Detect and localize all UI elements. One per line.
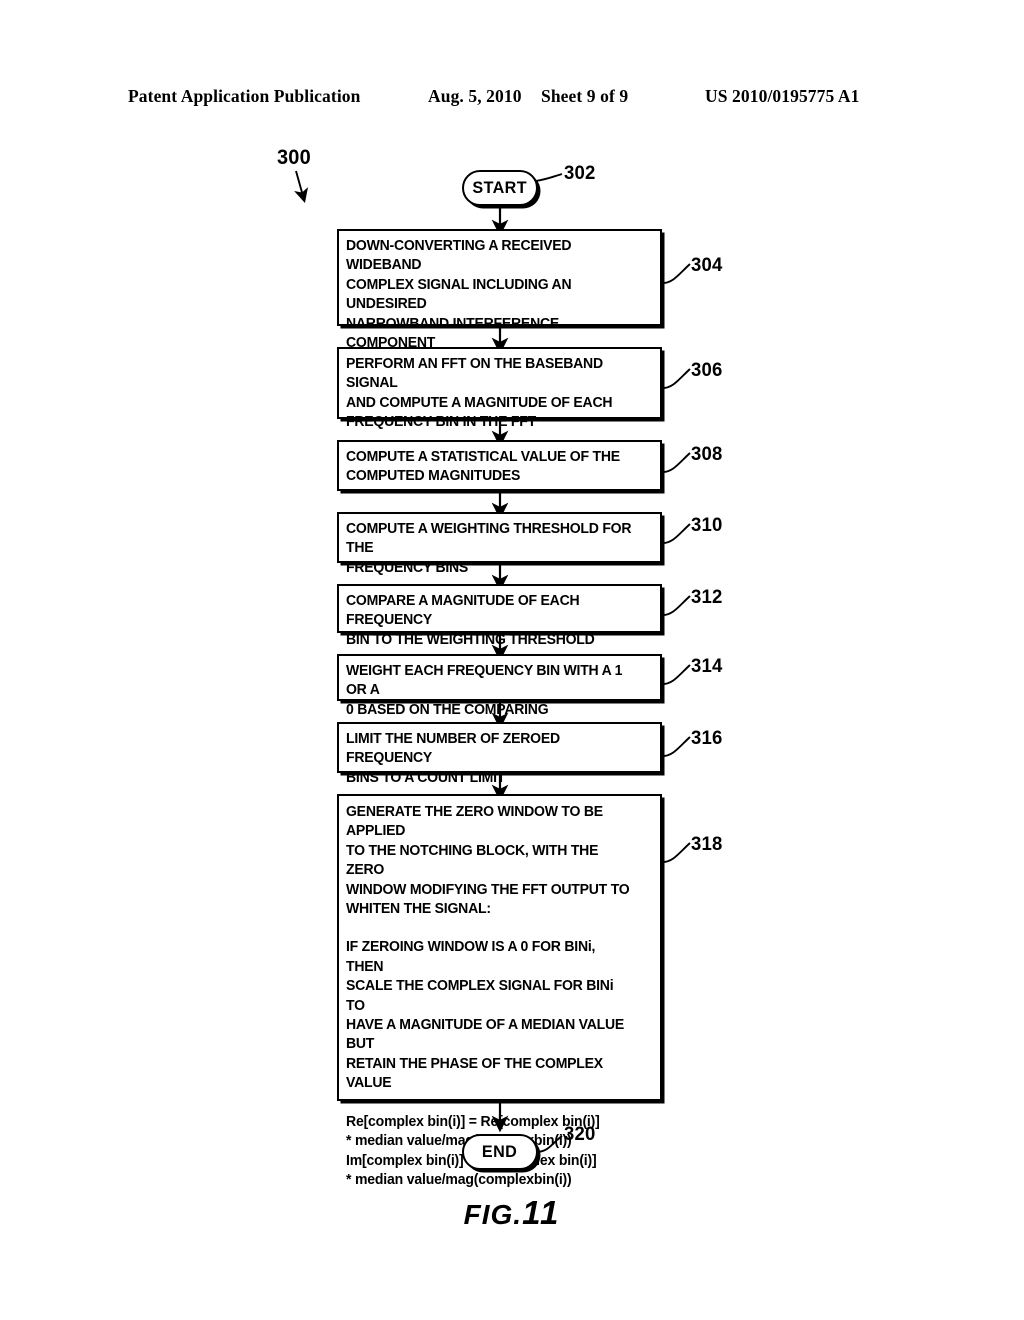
- flow-node-318[interactable]: GENERATE THE ZERO WINDOW TO BE APPLIED T…: [337, 794, 662, 1188]
- reference-number-314: 314: [691, 655, 723, 677]
- figure-caption-prefix: FIG.: [463, 1199, 523, 1230]
- reference-number-320: 320: [564, 1123, 596, 1145]
- flow-node-310[interactable]: COMPUTE A WEIGHTING THRESHOLD FOR THE FR…: [337, 512, 662, 576]
- reference-number-310: 310: [691, 514, 723, 536]
- reference-number-318: 318: [691, 833, 723, 855]
- flow-node-312[interactable]: COMPARE A MAGNITUDE OF EACH FREQUENCY BI…: [337, 584, 662, 648]
- flow-node-318-text-part2: IF ZEROING WINDOW IS A 0 FOR BINi, THEN …: [346, 938, 625, 1092]
- reference-number-302: 302: [564, 162, 596, 184]
- flow-node-308[interactable]: COMPUTE A STATISTICAL VALUE OF THE COMPU…: [337, 440, 662, 491]
- flow-node-314[interactable]: WEIGHT EACH FREQUENCY BIN WITH A 1 OR A …: [337, 654, 662, 718]
- figure-caption: FIG.11: [0, 1194, 1024, 1232]
- flowchart-diagram: 300 START 302 DOWN-CONVERTING A RECEIVED…: [0, 0, 1024, 1320]
- flow-node-end-label: END: [482, 1142, 518, 1161]
- reference-number-316: 316: [691, 727, 723, 749]
- reference-number-304: 304: [691, 254, 723, 276]
- reference-number-308: 308: [691, 443, 723, 465]
- figure-caption-number: 11: [522, 1194, 561, 1231]
- flow-node-306[interactable]: PERFORM AN FFT ON THE BASEBAND SIGNAL AN…: [337, 347, 662, 430]
- flow-node-316[interactable]: LIMIT THE NUMBER OF ZEROED FREQUENCY BIN…: [337, 722, 662, 786]
- flow-node-end[interactable]: END: [462, 1134, 538, 1170]
- flow-node-316-text: LIMIT THE NUMBER OF ZEROED FREQUENCY BIN…: [346, 730, 560, 786]
- flow-node-308-text: COMPUTE A STATISTICAL VALUE OF THE COMPU…: [346, 448, 620, 485]
- reference-number-312: 312: [691, 586, 723, 608]
- flow-node-306-text: PERFORM AN FFT ON THE BASEBAND SIGNAL AN…: [346, 355, 613, 431]
- flow-node-318-text-part1: GENERATE THE ZERO WINDOW TO BE APPLIED T…: [346, 803, 630, 918]
- reference-number-306: 306: [691, 359, 723, 381]
- flow-node-312-text: COMPARE A MAGNITUDE OF EACH FREQUENCY BI…: [346, 592, 595, 648]
- flow-node-310-text: COMPUTE A WEIGHTING THRESHOLD FOR THE FR…: [346, 520, 632, 576]
- flow-node-start[interactable]: START: [462, 170, 538, 206]
- flow-node-start-label: START: [472, 178, 528, 197]
- diagram-reference-number: 300: [277, 146, 311, 169]
- flow-node-304[interactable]: DOWN-CONVERTING A RECEIVED WIDEBAND COMP…: [337, 229, 662, 370]
- flow-node-314-text: WEIGHT EACH FREQUENCY BIN WITH A 1 OR A …: [346, 662, 623, 718]
